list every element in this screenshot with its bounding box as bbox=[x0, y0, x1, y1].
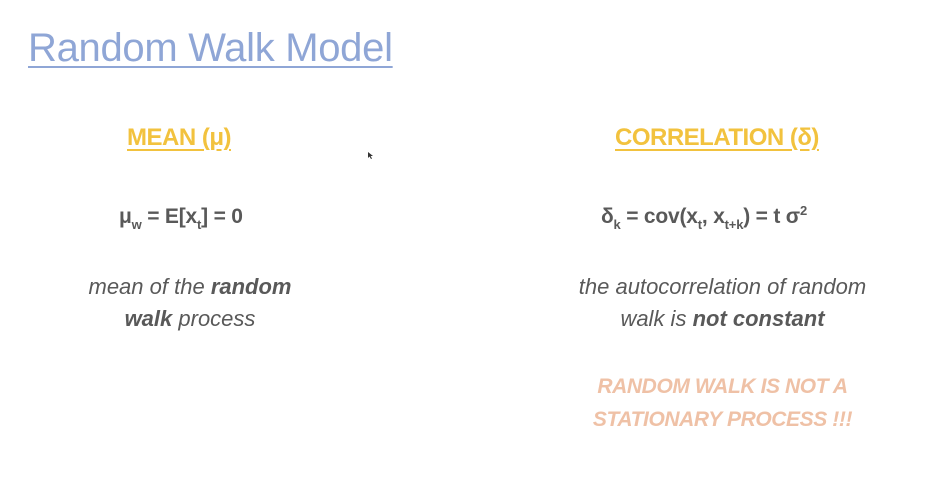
mean-heading: MEAN (μ) bbox=[127, 124, 232, 151]
mean-desc-bold1: random bbox=[210, 274, 292, 299]
slide: Random Walk Model MEAN (μ) μw = E[xt] = … bbox=[0, 0, 951, 490]
warning-line1: RANDOM WALK IS NOT A bbox=[597, 375, 848, 398]
mean-description: mean of the random walk process bbox=[60, 271, 320, 335]
mean-desc-part2: process bbox=[172, 306, 256, 331]
correlation-formula-mid: = cov(x bbox=[620, 205, 698, 228]
correlation-desc-line1: the autocorrelation of random bbox=[578, 274, 867, 299]
mean-formula-mid: = E[x bbox=[141, 205, 197, 228]
correlation-formula-end: ) = t σ bbox=[743, 205, 800, 228]
slide-title[interactable]: Random Walk Model bbox=[28, 22, 393, 74]
stationarity-warning: RANDOM WALK IS NOT A STATIONARY PROCESS !… bbox=[530, 370, 915, 436]
sigma-superscript: 2 bbox=[799, 203, 807, 218]
delta-symbol: δ bbox=[601, 205, 614, 228]
mean-desc-bold2: walk bbox=[124, 306, 173, 331]
correlation-formula: δk = cov(xt, xt+k) = t σ2 bbox=[601, 203, 807, 232]
mean-desc-part1: mean of the bbox=[88, 274, 211, 299]
correlation-desc-bold: not constant bbox=[692, 306, 825, 331]
mu-subscript: w bbox=[131, 217, 142, 232]
mean-formula-end: ] = 0 bbox=[201, 205, 243, 228]
correlation-desc-part2: walk is bbox=[620, 306, 693, 331]
warning-line2: STATIONARY PROCESS !!! bbox=[592, 408, 853, 431]
mouse-cursor-icon bbox=[368, 152, 373, 159]
correlation-formula-comma: , x bbox=[701, 205, 725, 228]
mu-symbol: μ bbox=[119, 205, 132, 228]
x2-subscript: t+k bbox=[724, 217, 744, 232]
correlation-heading: CORRELATION (δ) bbox=[615, 124, 819, 151]
mean-formula: μw = E[xt] = 0 bbox=[119, 205, 243, 232]
delta-subscript: k bbox=[613, 217, 621, 232]
correlation-description: the autocorrelation of random walk is not… bbox=[530, 271, 915, 335]
